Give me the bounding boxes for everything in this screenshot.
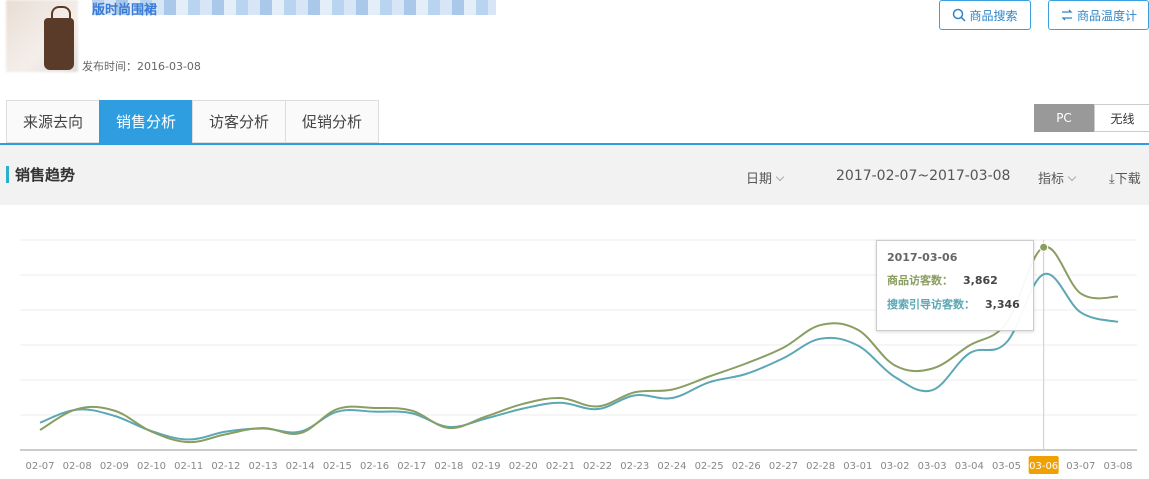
x-tick-label: 02-21 (546, 461, 575, 472)
product-thumbnail[interactable] (6, 0, 78, 72)
x-tick-label: 03-07 (1066, 461, 1095, 472)
chart-tooltip: 2017-03-06 商品访客数： 3,862 搜索引导访客数： 3,346 (876, 240, 1034, 331)
product-search-label: 商品搜索 (969, 8, 1018, 23)
tooltip-date: 2017-03-06 (887, 251, 958, 264)
x-tick-label: 02-11 (174, 461, 203, 472)
x-tick-label: 03-02 (880, 461, 909, 472)
metric-label: 指标 (1038, 172, 1065, 187)
x-tick-label: 02-24 (657, 461, 686, 472)
x-tick-label: 03-04 (955, 461, 984, 472)
metric-dropdown[interactable]: 指标 (1038, 168, 1077, 187)
product-search-button[interactable]: 商品搜索 (939, 0, 1031, 30)
publish-label: 发布时间： (82, 60, 137, 73)
chevron-down-icon (1067, 172, 1077, 182)
pc-toggle[interactable]: PC (1034, 104, 1094, 132)
x-tick-label: 02-14 (286, 461, 315, 472)
wireless-toggle[interactable]: 无线 (1094, 104, 1149, 132)
tab-source[interactable]: 来源去向 (6, 100, 100, 143)
x-tick-label: 02-15 (323, 461, 352, 472)
product-thermometer-button[interactable]: 商品温度计 (1048, 0, 1149, 30)
x-tick-label: 02-07 (25, 461, 54, 472)
date-label: 日期 (746, 172, 773, 187)
tooltip-series-value: 3,862 (963, 274, 998, 287)
product-title-wrap[interactable]: 版时尚围裙 (92, 0, 496, 18)
highlight-point (1039, 242, 1049, 252)
section-accent-bar (6, 166, 9, 183)
device-toggle: PC 无线 (1034, 104, 1149, 132)
x-tick-label: 02-18 (434, 461, 463, 472)
chart-x-ticks: 02-07 02-08 02-09 02-10 02-11 02-12 02-13 02-14… (25, 456, 1133, 474)
publish-date: 发布时间：2016-03-08 (82, 58, 201, 74)
x-tick-label: 03-03 (918, 461, 947, 472)
tooltip-series-name: 搜索引导访客数： (887, 298, 975, 311)
section-title: 销售趋势 (15, 166, 76, 184)
analysis-tabs: 来源去向 销售分析 访客分析 促销分析 (6, 100, 380, 143)
download-button[interactable]: ⤓下载 (1109, 168, 1141, 187)
search-icon (953, 8, 967, 22)
date-dropdown[interactable]: 日期 (746, 168, 785, 187)
publish-date-value: 2016-03-08 (137, 60, 201, 73)
x-tick-label: 03-06 (1029, 461, 1058, 472)
apron-image (44, 6, 74, 70)
x-tick-label: 02-13 (249, 461, 278, 472)
x-tick-label: 02-16 (360, 461, 389, 472)
product-thermometer-label: 商品温度计 (1076, 8, 1137, 23)
x-tick-label: 03-01 (843, 461, 872, 472)
x-tick-label: 03-08 (1103, 461, 1132, 472)
swap-arrows-icon (1061, 9, 1073, 21)
x-tick-label: 02-20 (509, 461, 538, 472)
x-tick-label: 02-28 (806, 461, 835, 472)
x-tick-label: 02-27 (769, 461, 798, 472)
tab-promotion[interactable]: 促销分析 (285, 100, 380, 143)
x-tick-label: 02-25 (695, 461, 724, 472)
x-tick-label: 02-26 (732, 461, 761, 472)
sales-trend-header: 销售趋势 日期 2017-02-07~2017-03-08 指标 ⤓下载 (0, 145, 1149, 205)
x-tick-label: 03-05 (992, 461, 1021, 472)
tab-visitors[interactable]: 访客分析 (192, 100, 286, 143)
tab-sales[interactable]: 销售分析 (99, 100, 193, 143)
x-tick-label: 02-10 (137, 461, 166, 472)
x-tick-label: 02-12 (211, 461, 240, 472)
x-tick-label: 02-23 (620, 461, 649, 472)
x-tick-label: 02-08 (63, 461, 92, 472)
tooltip-row-visitors: 商品访客数： 3,862 (887, 272, 1023, 288)
x-tick-label: 02-09 (100, 461, 129, 472)
x-tick-label: 02-22 (583, 461, 612, 472)
x-tick-label: 02-19 (472, 461, 501, 472)
chevron-down-icon (775, 172, 785, 182)
tooltip-series-value: 3,346 (985, 298, 1020, 311)
download-label: 下载 (1114, 172, 1141, 187)
product-title[interactable]: 版时尚围裙 (92, 0, 157, 18)
date-range[interactable]: 2017-02-07~2017-03-08 (836, 168, 1010, 184)
x-tick-label: 02-17 (397, 461, 426, 472)
tooltip-row-search-visitors: 搜索引导访客数： 3,346 (887, 296, 1023, 312)
tooltip-series-name: 商品访客数： (887, 274, 953, 287)
